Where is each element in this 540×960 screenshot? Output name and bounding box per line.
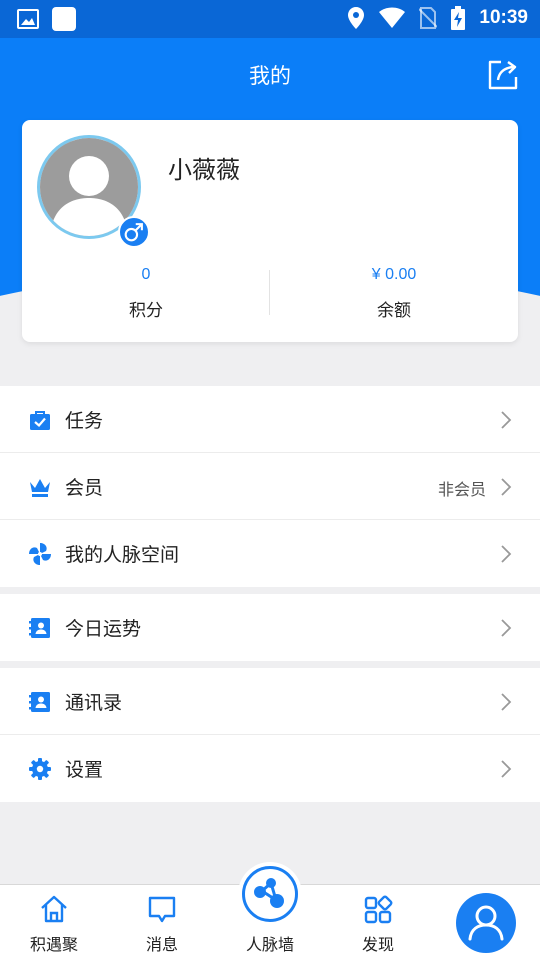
- profile-card: 小薇薇 0 积分 ¥ 0.00 余额: [22, 120, 518, 342]
- user-icon: [468, 905, 504, 941]
- task-bag-icon: [30, 411, 50, 430]
- gallery-notification-icon: [17, 9, 39, 29]
- menu-item-task[interactable]: 任务: [0, 386, 540, 453]
- status-bar: 10:39: [0, 0, 540, 38]
- tab-profile-button[interactable]: [456, 893, 516, 953]
- menu-item-label: 通讯录: [65, 692, 123, 714]
- menu-item-label: 任务: [65, 410, 104, 432]
- contact-card-icon: [29, 618, 50, 638]
- chevron-right-icon: [501, 693, 512, 711]
- chevron-right-icon: [501, 411, 512, 429]
- gear-icon: [29, 758, 51, 780]
- balance-value: ¥ 0.00: [371, 266, 417, 283]
- tab-home[interactable]: 积遇聚: [0, 885, 108, 960]
- chevron-right-icon: [501, 619, 512, 637]
- menu-item-contacts[interactable]: 通讯录: [0, 668, 540, 735]
- chevron-right-icon: [501, 760, 512, 778]
- menu-item-daily-fortune[interactable]: 今日运势: [0, 594, 540, 661]
- chevron-right-icon: [501, 478, 512, 496]
- tab-label: 消息: [145, 935, 178, 954]
- chat-bubble-icon: [148, 896, 176, 923]
- tab-label: 人脉墙: [245, 935, 294, 954]
- home-icon: [41, 895, 67, 923]
- clock: 10:39: [479, 7, 528, 28]
- menu-item-label: 今日运势: [65, 618, 142, 640]
- menu-item-network-space[interactable]: 我的人脉空间: [0, 520, 540, 587]
- points-stat[interactable]: 0 积分: [22, 266, 270, 321]
- menu-item-label: 我的人脉空间: [65, 544, 180, 566]
- menu-item-membership[interactable]: 会员 非会员: [0, 453, 540, 520]
- contact-card-icon: [29, 692, 50, 712]
- menu-item-settings[interactable]: 设置: [0, 735, 540, 802]
- menu-group-fortune: 今日运势: [0, 594, 540, 661]
- membership-status: 非会员: [437, 480, 486, 499]
- balance-label: 余额: [377, 301, 411, 321]
- location-icon: [348, 7, 365, 29]
- network-nodes-icon: [254, 878, 284, 908]
- crown-icon: [30, 479, 50, 497]
- wifi-icon: [379, 7, 406, 28]
- tab-messages[interactable]: 消息: [108, 885, 216, 960]
- network-wall-button[interactable]: [242, 866, 298, 922]
- no-sim-icon: [419, 7, 438, 29]
- username: 小薇薇: [168, 156, 240, 184]
- menu-group-account: 任务 会员 非会员 我的人脉空间: [0, 386, 540, 587]
- tab-label: 发现: [361, 935, 394, 954]
- menu-group-tools: 通讯录 设置: [0, 668, 540, 802]
- balance-stat[interactable]: ¥ 0.00 余额: [270, 266, 518, 321]
- menu-item-label: 会员: [65, 477, 104, 499]
- tab-discover[interactable]: 发现: [324, 885, 432, 960]
- points-label: 积分: [129, 301, 163, 321]
- menu-item-label: 设置: [65, 759, 104, 781]
- points-value: 0: [141, 266, 151, 283]
- apps-grid-icon: [364, 895, 393, 924]
- app-notification-icon: [52, 7, 76, 31]
- battery-charging-icon: [451, 6, 466, 30]
- male-gender-icon: [118, 216, 150, 248]
- chevron-right-icon: [501, 545, 512, 563]
- share-button[interactable]: [486, 58, 520, 92]
- page-title: 我的: [249, 64, 291, 88]
- tab-label: 积遇聚: [29, 935, 78, 954]
- pinwheel-icon: [29, 543, 51, 565]
